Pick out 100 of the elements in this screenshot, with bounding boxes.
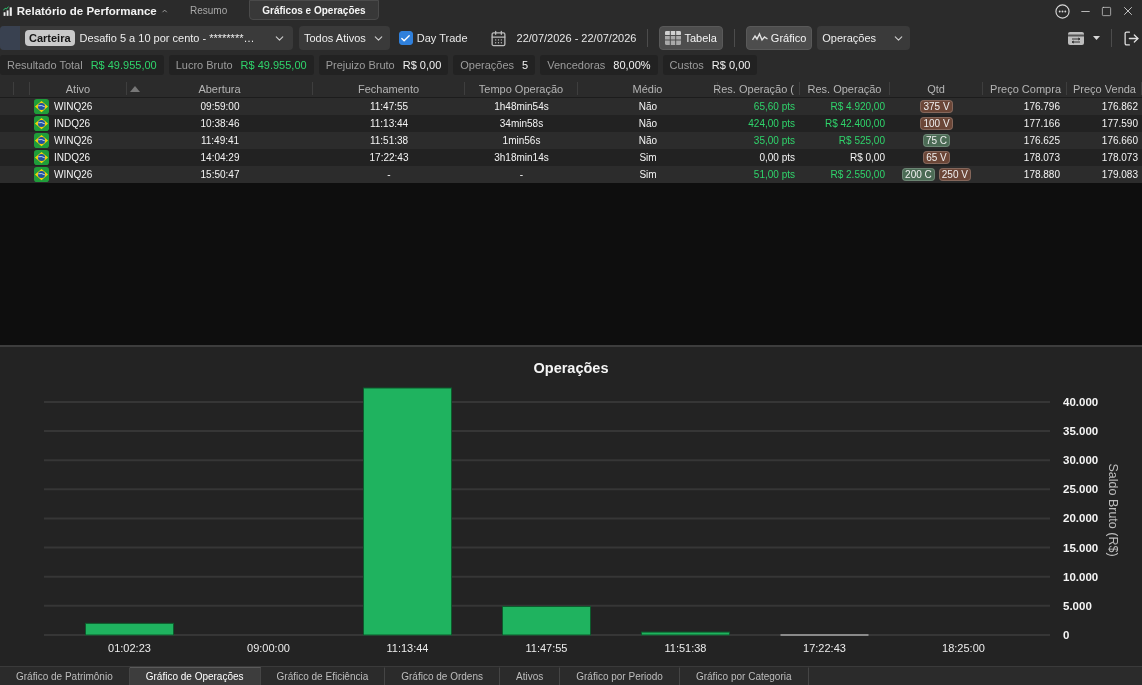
x-tick-label: 09:00:00 bbox=[247, 642, 290, 654]
flag-icon bbox=[34, 167, 49, 182]
quantity-tag: 200 C bbox=[902, 168, 935, 181]
column-header[interactable]: Tempo Operação bbox=[465, 82, 578, 95]
table-icon bbox=[665, 31, 682, 45]
date-range[interactable]: 22/07/2026 - 22/07/2026 bbox=[516, 32, 637, 44]
column-header[interactable]: Res. Operação bbox=[800, 82, 890, 95]
card-icon[interactable] bbox=[1068, 31, 1084, 45]
y-axis-title: Saldo Bruto (R$) bbox=[1106, 463, 1120, 557]
x-tick-label: 18:25:00 bbox=[942, 642, 985, 654]
duration-cell-text: 34min58s bbox=[498, 117, 545, 131]
summary-label: Operações bbox=[460, 59, 515, 71]
table-row[interactable]: WINQ26 15:50:47 - - Sim 51,00 pts R$ 2.550,00 200 C 250 V 178.880 179.083 bbox=[0, 166, 1142, 183]
result-cell-text: R$ 4.920,00 bbox=[829, 100, 886, 114]
checkbox[interactable] bbox=[398, 31, 413, 45]
more-icon[interactable] bbox=[1055, 3, 1070, 19]
column-header[interactable]: Ativo bbox=[30, 82, 127, 95]
duration-cell-text: 1h48min54s bbox=[493, 100, 550, 114]
calendar-icon[interactable] bbox=[489, 29, 507, 47]
chart-type-dropdown[interactable]: Operações bbox=[817, 26, 911, 50]
summary-value: R$ 49.955,00 bbox=[90, 59, 157, 71]
view-toggle-button[interactable]: Tabela bbox=[659, 26, 723, 50]
buy-price-cell-text: 178.880 bbox=[1022, 168, 1061, 182]
y-tick-label: 20.000 bbox=[1063, 512, 1099, 525]
y-tick-label: 15.000 bbox=[1063, 541, 1099, 554]
sell-price-cell-text: 176.862 bbox=[1100, 100, 1139, 114]
points-cell-text: 0,00 pts bbox=[758, 151, 796, 165]
y-tick-label: 30.000 bbox=[1063, 454, 1099, 467]
asset-cell: WINQ26 bbox=[54, 135, 93, 146]
open-time-cell-text: 11:49:41 bbox=[199, 134, 241, 148]
x-tick-label: 11:13:44 bbox=[386, 642, 429, 654]
asset-cell: INDQ26 bbox=[54, 118, 91, 129]
buy-price-cell-text: 176.625 bbox=[1022, 134, 1061, 148]
flag-icon bbox=[34, 133, 49, 148]
bottom-tab[interactable]: Ativos bbox=[500, 667, 561, 685]
open-time-cell-text: 15:50:47 bbox=[199, 168, 241, 182]
line-chart-icon bbox=[751, 32, 768, 44]
close-icon[interactable] bbox=[1121, 4, 1135, 18]
duration-cell-text: - bbox=[518, 168, 525, 182]
quantity-tag: 65 V bbox=[923, 151, 950, 164]
points-cell-text: 35,00 pts bbox=[752, 134, 796, 148]
table-row[interactable]: INDQ26 10:38:46 11:13:44 34min58s Não 424,00 pts R$ 42.400,00 100 V 177.166 177.590 bbox=[0, 115, 1142, 132]
portfolio-dropdown[interactable]: Carteira Desafio 5 a 10 por cento - ********… bbox=[0, 26, 293, 50]
maximize-icon[interactable] bbox=[1101, 5, 1112, 17]
bottom-tab[interactable]: Gráfico de Operações bbox=[129, 667, 261, 685]
column-header[interactable]: Qtd bbox=[890, 82, 983, 95]
asset-cell: INDQ26 bbox=[54, 152, 91, 163]
bottom-tab[interactable]: Gráfico de Patrimônio bbox=[0, 667, 130, 685]
summary-value: 80,00% bbox=[613, 59, 651, 71]
caret-icon[interactable] bbox=[1093, 36, 1100, 40]
sell-price-cell-text: 178.073 bbox=[1100, 151, 1139, 165]
open-time-cell-text: 10:38:46 bbox=[199, 117, 241, 131]
flag-icon bbox=[34, 99, 49, 114]
y-tick-label: 5.000 bbox=[1063, 599, 1092, 612]
quantity-tag: 375 V bbox=[920, 100, 953, 113]
exit-icon[interactable] bbox=[1123, 29, 1140, 47]
result-cell-text: R$ 0,00 bbox=[848, 151, 886, 165]
table-row[interactable]: WINQ26 09:59:00 11:47:55 1h48min54s Não 65,60 pts R$ 4.920,00 375 V 176.796 176.862 bbox=[0, 98, 1142, 115]
column-header[interactable]: Preço Compra bbox=[983, 82, 1067, 95]
open-time-cell-text: 14:04:29 bbox=[199, 151, 241, 165]
close-time-cell-text: 11:51:38 bbox=[368, 134, 410, 148]
sort-arrow-icon bbox=[130, 86, 140, 92]
buy-price-cell-text: 176.796 bbox=[1022, 100, 1061, 114]
quantity-tag: 75 C bbox=[922, 134, 951, 147]
table-row[interactable]: INDQ26 14:04:29 17:22:43 3h18min14s Sim 0,00 pts R$ 0,00 65 V 178.073 178.073 bbox=[0, 149, 1142, 166]
open-time-cell-text: 09:59:00 bbox=[199, 100, 241, 114]
buy-price-cell-text: 178.073 bbox=[1022, 151, 1061, 165]
summary-value: R$ 49.955,00 bbox=[240, 59, 307, 71]
close-time-cell-text: 11:47:55 bbox=[368, 100, 410, 114]
flag-icon bbox=[34, 150, 49, 165]
bottom-tab[interactable]: Gráfico de Ordens bbox=[385, 667, 500, 685]
average-cell-text: Sim bbox=[638, 168, 658, 182]
bottom-tab[interactable]: Gráfico por Periodo bbox=[560, 667, 680, 685]
result-cell-text: R$ 525,00 bbox=[837, 134, 886, 148]
duration-cell-text: 1min56s bbox=[501, 134, 542, 148]
window-tab[interactable]: Resumo bbox=[168, 0, 250, 20]
bottom-tab[interactable]: Gráfico de Eficiência bbox=[260, 667, 386, 685]
points-cell-text: 65,60 pts bbox=[752, 100, 796, 114]
sell-price-cell-text: 179.083 bbox=[1100, 168, 1139, 182]
summary-value: R$ 0,00 bbox=[402, 59, 442, 71]
window-tab[interactable]: Gráficos e Operações bbox=[249, 0, 379, 20]
asset-dropdown[interactable]: Todos Ativos bbox=[299, 26, 390, 50]
column-header[interactable]: Fechamento bbox=[313, 82, 465, 95]
summary-value: R$ 0,00 bbox=[711, 59, 751, 71]
y-tick-label: 25.000 bbox=[1063, 483, 1099, 496]
flag-icon bbox=[34, 116, 49, 131]
view-toggle-button[interactable]: Gráfico bbox=[745, 26, 813, 50]
summary-label: Resultado Total bbox=[7, 59, 83, 71]
y-tick-label: 40.000 bbox=[1063, 396, 1099, 408]
close-time-cell-text: 17:22:43 bbox=[368, 151, 410, 165]
x-tick-label: 11:47:55 bbox=[525, 642, 568, 654]
column-header[interactable]: Preço Venda bbox=[1067, 82, 1142, 95]
swatch-icon bbox=[0, 26, 20, 50]
average-cell-text: Não bbox=[637, 117, 659, 131]
points-cell-text: 424,00 pts bbox=[747, 117, 796, 131]
bottom-tab[interactable]: Gráfico por Categoria bbox=[679, 667, 809, 685]
average-cell-text: Não bbox=[637, 134, 659, 148]
asset-cell: WINQ26 bbox=[54, 101, 93, 112]
column-header[interactable]: Abertura bbox=[127, 82, 313, 95]
table-row[interactable]: WINQ26 11:49:41 11:51:38 1min56s Não 35,00 pts R$ 525,00 75 C 176.625 176.660 bbox=[0, 132, 1142, 149]
